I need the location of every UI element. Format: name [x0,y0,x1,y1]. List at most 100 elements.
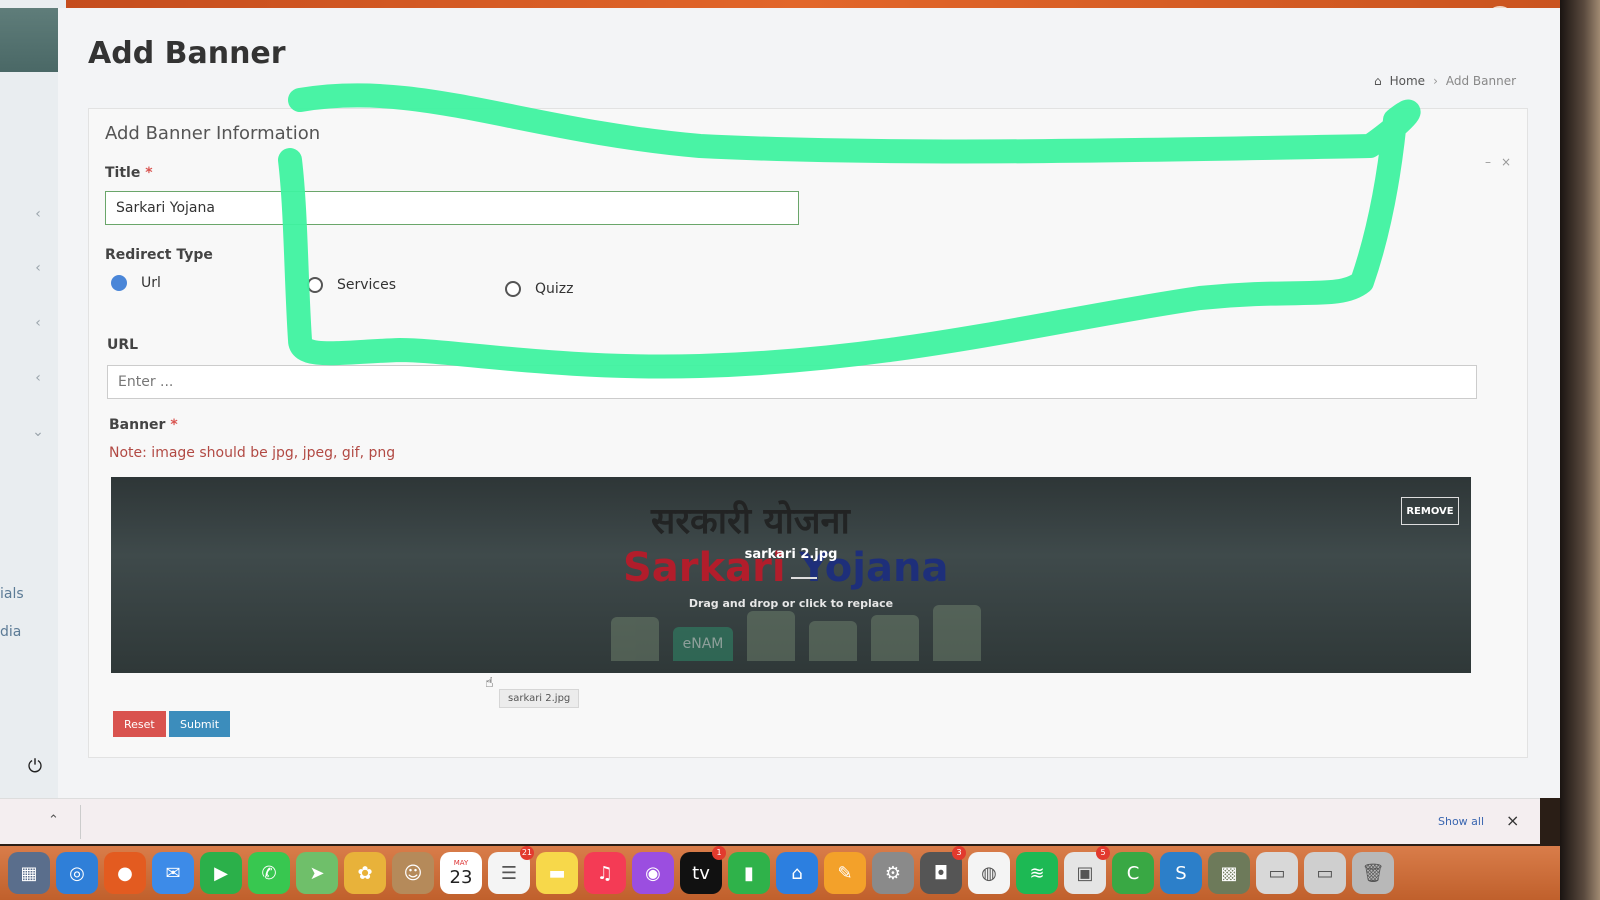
sidebar-item-label[interactable]: dia [0,624,21,640]
office-icon[interactable]: ▣ 5 [1064,846,1110,894]
house-illustration [747,611,795,661]
main-content: Add Banner ⌂ Home › Add Banner Add Banne… [58,8,1560,798]
card-title: Add Banner Information [105,123,321,144]
notification-badge: 5 [1096,846,1110,860]
hand-cursor-icon: ☝ [485,675,494,691]
cylinder-illustration [871,615,919,661]
notification-badge: 21 [519,846,534,860]
launchpad-icon[interactable]: ▦ [8,852,50,894]
safari-icon[interactable]: ◎ [56,852,98,894]
sidebar-logo[interactable] [0,8,58,72]
calendar-icon[interactable]: MAY 23 [440,852,482,894]
contacts-icon[interactable]: ☺ [392,852,434,894]
reminders-icon[interactable]: ☰ 21 [488,846,534,894]
banner-image-illustration: eNAM [611,601,1001,661]
radio-label: Services [337,277,397,293]
dropzone-hint: Drag and drop or click to replace [688,597,894,610]
firefox-icon[interactable]: ● [104,852,146,894]
page-title: Add Banner [88,36,286,71]
banner-image-hindi-text: सरकारी योजना [651,501,850,542]
chrome-icon[interactable]: ◍ [968,852,1010,894]
radio-quizz[interactable]: Quizz [505,281,573,297]
home-icon: ⌂ [1374,74,1382,88]
notification-badge: 1 [712,846,726,860]
show-all-link[interactable]: Show all [1438,815,1484,828]
messages-icon[interactable]: ✆ [248,852,290,894]
url-input[interactable] [107,365,1477,399]
chevron-left-icon[interactable]: ‹ [30,260,46,276]
music-icon[interactable]: ♫ [584,852,626,894]
spotify-icon[interactable]: ≋ [1016,852,1058,894]
notification-badge: 3 [952,846,966,860]
settings-icon[interactable]: ⚙ [872,852,914,894]
filename-tooltip: sarkari 2.jpg [499,689,580,708]
sidebar: ‹ ‹ ‹ ‹ ⌄ ials dia ⏻ [0,0,66,800]
trash-icon[interactable]: 🗑 [1352,852,1394,894]
facetime-icon[interactable]: ▶ [200,852,242,894]
required-mark: * [170,417,178,433]
pages-icon[interactable]: ✎ [824,852,866,894]
close-icon[interactable]: × [1501,155,1511,169]
preview-icon[interactable]: ▩ [1208,852,1250,894]
chevron-left-icon[interactable]: ‹ [30,315,46,331]
mail-icon[interactable]: ✉ [152,852,194,894]
emblem-illustration [809,621,857,661]
reset-button[interactable]: Reset [113,711,166,737]
screen-bezel [1560,0,1600,900]
required-mark: * [145,165,153,181]
radio-services[interactable]: Services [307,277,396,293]
podcasts-icon[interactable]: ◉ [632,852,674,894]
notes-icon[interactable]: ▬ [536,852,578,894]
url-label: URL [107,337,139,353]
title-label-text: Title [105,165,141,181]
numbers-icon[interactable]: ▮ [728,852,770,894]
remove-button[interactable]: REMOVE [1401,497,1459,525]
bulb-illustration [611,617,659,661]
radio-dot[interactable] [505,281,521,297]
chevron-left-icon[interactable]: ‹ [30,370,46,386]
power-icon[interactable]: ⏻ [24,756,46,778]
breadcrumb-separator: › [1433,74,1438,88]
card-tools: – × [1485,155,1511,169]
chevron-left-icon[interactable]: ‹ [30,206,46,222]
keynote-icon[interactable]: ⌂ [776,852,818,894]
macos-dock: ▦ ◎ ● ✉ ▶ ✆ ➤ ✿ ☺ MAY 23 ☰ 21 ▬ ♫ ◉ tv 1 ▮ ⌂ ✎ ⚙ ◘ 3 ◍ ≋ ▣ 5 C S ▩ ▭ ▭ 🗑 [0,846,1560,900]
maps-icon[interactable]: ➤ [296,852,338,894]
downloads-divider [80,805,81,839]
enam-badge: eNAM [673,627,733,661]
title-label: Title * [105,165,153,181]
calendar-day: 23 [449,866,473,888]
dropzone-filename: sarkari 2.jpg [744,547,838,562]
sidebar-item-label[interactable]: ials [0,586,24,602]
dropzone-divider [791,577,817,579]
photos-icon[interactable]: ✿ [344,852,386,894]
screenshot-icon[interactable]: ◘ 3 [920,846,966,894]
radio-url[interactable]: Url [111,275,161,291]
people-illustration [933,605,981,661]
camtasia-icon[interactable]: C [1112,852,1154,894]
title-input[interactable] [105,191,799,225]
breadcrumb: ⌂ Home › Add Banner [1374,74,1516,88]
redirect-type-label: Redirect Type [105,247,213,263]
minimize-icon[interactable]: – [1485,155,1491,169]
folder-stack-icon[interactable]: ▭ [1304,852,1346,894]
breadcrumb-home[interactable]: Home [1390,74,1425,88]
banner-dropzone[interactable]: सरकारी योजना Sarkari Yojana eNAM sarkari… [111,477,1471,673]
chevron-down-icon[interactable]: ⌄ [30,424,46,440]
breadcrumb-current: Add Banner [1445,74,1517,88]
banner-form-card: Add Banner Information – × Title * Redir… [88,108,1528,758]
calendar-month: MAY [453,858,469,867]
downloads-bar: ⌃ Show all × [0,798,1540,844]
banner-note: Note: image should be jpg, jpeg, gif, pn… [109,445,396,461]
submit-button[interactable]: Submit [169,711,231,737]
downloads-close-icon[interactable]: × [1506,811,1519,830]
chevron-up-icon[interactable]: ⌃ [48,813,59,828]
radio-label: Quizz [535,281,574,297]
radio-dot-checked[interactable] [111,275,127,291]
scrivener-icon[interactable]: S [1160,852,1202,894]
radio-dot[interactable] [307,277,323,293]
banner-label: Banner * [109,417,178,433]
tv-icon[interactable]: tv 1 [680,846,726,894]
radio-label: Url [141,275,161,291]
downloads-stack-icon[interactable]: ▭ [1256,852,1298,894]
